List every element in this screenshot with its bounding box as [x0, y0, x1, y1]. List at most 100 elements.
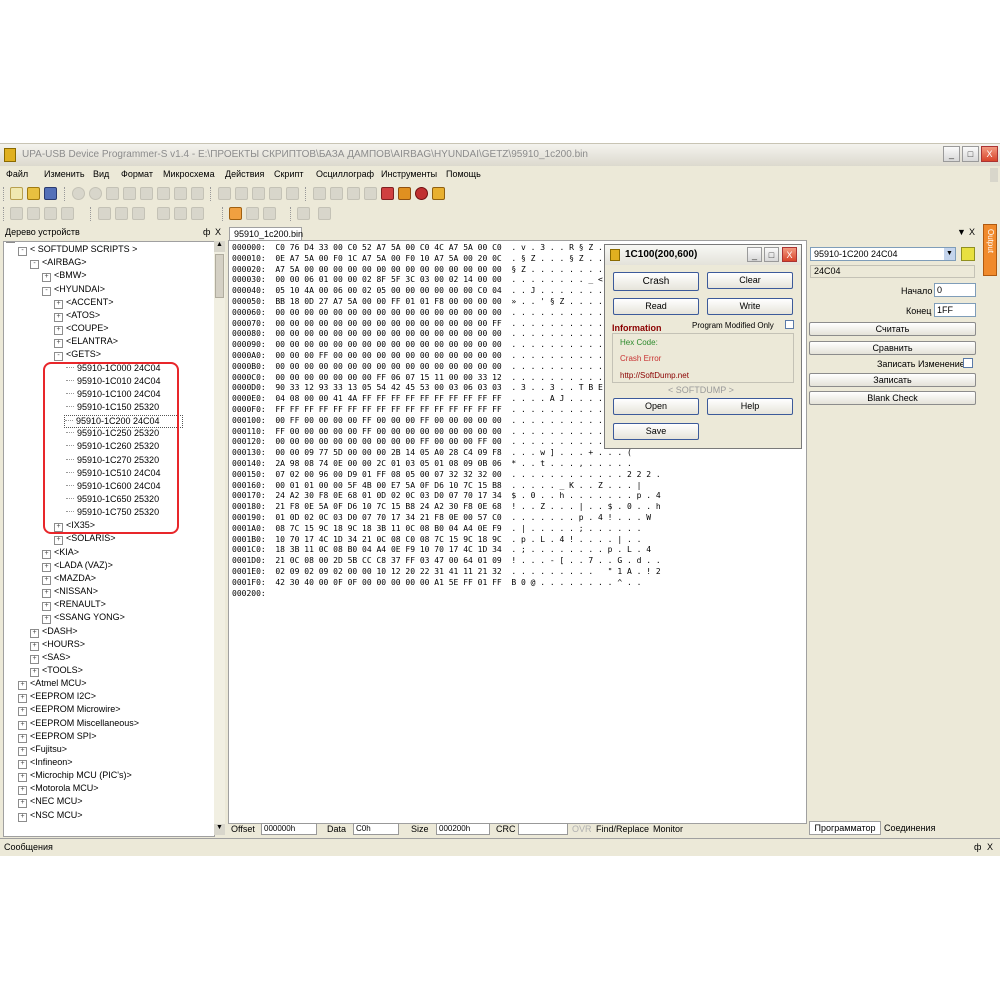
- expand-icon[interactable]: +: [18, 812, 27, 822]
- write-chip-button[interactable]: Записать: [809, 373, 976, 387]
- maximize-button[interactable]: □: [962, 146, 979, 162]
- editor-dropdown-icon[interactable]: ▼: [957, 227, 966, 237]
- tab-connections[interactable]: Соединения: [884, 823, 935, 833]
- device-select[interactable]: 95910-1C200 24C04: [810, 247, 956, 261]
- expand-icon[interactable]: +: [18, 786, 27, 796]
- doc-exchange-icon[interactable]: [252, 187, 265, 200]
- stop-icon[interactable]: [89, 187, 102, 200]
- expand-icon[interactable]: +: [42, 615, 51, 625]
- save-button[interactable]: Save: [613, 423, 699, 440]
- expand-icon[interactable]: +: [18, 694, 27, 704]
- expand-icon[interactable]: +: [18, 760, 27, 769]
- verify-icon[interactable]: [330, 187, 343, 200]
- collapse-icon[interactable]: -: [30, 260, 39, 270]
- tree-item[interactable]: + <SSANG YONG>: [42, 612, 125, 625]
- view-table-icon[interactable]: [157, 207, 170, 220]
- write-changes-checkbox[interactable]: [963, 358, 973, 368]
- chip-write-icon[interactable]: [286, 187, 299, 200]
- view-ascii-icon[interactable]: [115, 207, 128, 220]
- play-icon[interactable]: [297, 207, 310, 220]
- expand-icon[interactable]: +: [30, 628, 39, 638]
- device-info-icon[interactable]: [961, 247, 975, 261]
- expand-icon[interactable]: +: [42, 589, 51, 599]
- expand-icon[interactable]: +: [30, 654, 39, 664]
- expand-icon[interactable]: +: [18, 746, 27, 756]
- dialog-maximize-button[interactable]: □: [764, 247, 779, 262]
- expand-icon[interactable]: +: [42, 549, 51, 559]
- tree-item[interactable]: + <ATOS>: [54, 310, 100, 322]
- tree-close-icon[interactable]: X: [215, 227, 221, 237]
- menu-chip[interactable]: Микросхема: [163, 169, 215, 179]
- monitor-tab[interactable]: Monitor: [653, 824, 683, 834]
- delete-icon[interactable]: [174, 187, 187, 200]
- menu-edit[interactable]: Изменить: [44, 169, 85, 179]
- tree-item[interactable]: + <EEPROM I2C>: [18, 691, 96, 704]
- messages-pin-icon[interactable]: ф: [974, 842, 981, 852]
- output-side-tab[interactable]: Output: [983, 224, 997, 276]
- expand-icon[interactable]: +: [18, 799, 27, 809]
- collapse-icon[interactable]: -: [18, 247, 27, 257]
- tree-item[interactable]: + <COUPE>: [54, 323, 109, 336]
- tree-item[interactable]: + <Atmel MCU>: [18, 678, 87, 691]
- blank-icon[interactable]: [347, 187, 360, 200]
- tree-item[interactable]: + <NSC MCU>: [18, 810, 83, 822]
- tree-item[interactable]: + <HOURS>: [30, 639, 85, 651]
- tree-item[interactable]: + <NEC MCU>: [18, 796, 83, 809]
- menu-format[interactable]: Формат: [121, 169, 153, 179]
- wizard-icon[interactable]: [398, 187, 411, 200]
- zoom-icon[interactable]: [246, 207, 259, 220]
- tree-item[interactable]: - <AIRBAG>: [30, 257, 87, 270]
- close-button[interactable]: X: [981, 146, 998, 162]
- tree-item[interactable]: + <Fujitsu>: [18, 744, 67, 756]
- clear-button[interactable]: Clear: [707, 272, 793, 289]
- erase-icon[interactable]: [313, 187, 326, 200]
- expand-icon[interactable]: +: [18, 733, 27, 743]
- collapse-icon[interactable]: -: [6, 242, 15, 243]
- expand-icon[interactable]: +: [18, 681, 27, 691]
- blank-check-button[interactable]: Blank Check: [809, 391, 976, 405]
- menu-view[interactable]: Вид: [93, 169, 109, 179]
- tree-item[interactable]: + <ACCENT>: [54, 297, 114, 309]
- menu-oscilloscope[interactable]: Осциллограф: [316, 169, 374, 179]
- expand-icon[interactable]: +: [54, 299, 63, 309]
- tree-item[interactable]: -<All Devices>: [6, 242, 73, 243]
- collapse-icon[interactable]: -: [54, 352, 63, 362]
- scroll-up-icon[interactable]: ▲: [214, 241, 225, 252]
- new-file-icon[interactable]: [10, 187, 23, 200]
- chip-read-icon[interactable]: [269, 187, 282, 200]
- expand-icon[interactable]: +: [30, 641, 39, 651]
- expand-icon[interactable]: +: [18, 773, 27, 783]
- help-button[interactable]: Help: [707, 398, 793, 415]
- tree-item[interactable]: + <DASH>: [30, 626, 78, 638]
- select-icon[interactable]: [229, 207, 242, 220]
- start-input[interactable]: 0: [934, 283, 976, 297]
- menu-actions[interactable]: Действия: [225, 169, 264, 179]
- save-icon[interactable]: [44, 187, 57, 200]
- dialog-close-button[interactable]: X: [782, 247, 797, 262]
- tree-item[interactable]: - <GETS>: [54, 349, 101, 362]
- scroll-down-icon[interactable]: ▼: [214, 824, 225, 835]
- tree-scroll-thumb[interactable]: [215, 254, 224, 298]
- compare-button[interactable]: Сравнить: [809, 341, 976, 355]
- read-button[interactable]: Read: [613, 298, 699, 315]
- expand-icon[interactable]: +: [54, 339, 63, 349]
- site-link[interactable]: http://SoftDump.net: [620, 371, 689, 380]
- bug-icon[interactable]: [415, 187, 428, 200]
- device-tree[interactable]: -<All Devices>-< SOFTDUMP SCRIPTS >-<AIR…: [3, 241, 215, 837]
- script-icon[interactable]: [381, 187, 394, 200]
- collapse-icon[interactable]: -: [42, 286, 51, 296]
- messages-close-icon[interactable]: X: [987, 842, 993, 852]
- settings-icon[interactable]: [432, 187, 445, 200]
- view-split-icon[interactable]: [132, 207, 145, 220]
- program-modified-checkbox[interactable]: [785, 320, 794, 329]
- menu-file[interactable]: Файл: [6, 169, 28, 179]
- tree-item[interactable]: - < SOFTDUMP SCRIPTS >: [18, 244, 137, 257]
- write-button[interactable]: Write: [707, 298, 793, 315]
- editor-close-icon[interactable]: X: [969, 227, 975, 237]
- expand-icon[interactable]: +: [54, 326, 63, 336]
- expand-icon[interactable]: +: [18, 720, 27, 730]
- copy-icon[interactable]: [140, 187, 153, 200]
- tab-programmer[interactable]: Программатор: [809, 821, 881, 835]
- expand-icon[interactable]: +: [18, 707, 27, 717]
- tree-item[interactable]: + <RENAULT>: [42, 599, 106, 612]
